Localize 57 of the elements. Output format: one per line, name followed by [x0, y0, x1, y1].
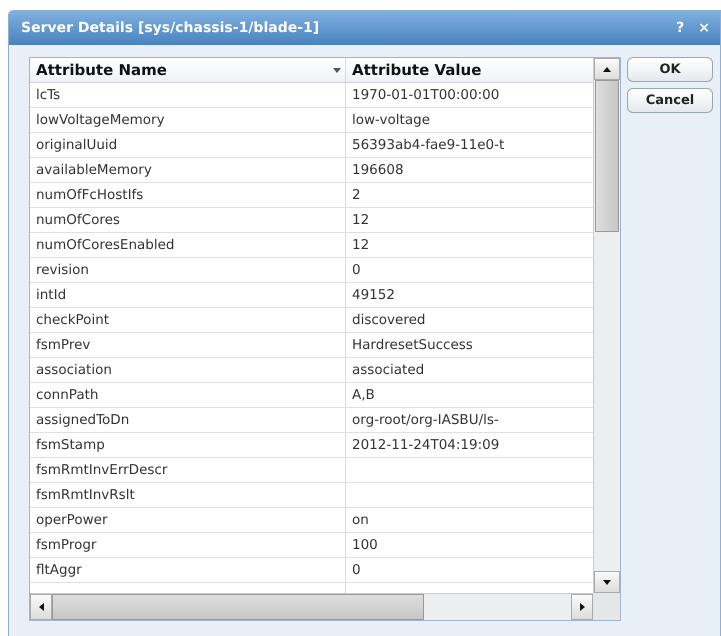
table-cell: numOfCoresEnabled [30, 233, 346, 257]
table-cell-text: 2012-11-24T04:19:09 [351, 436, 500, 455]
scroll-left-button[interactable] [30, 594, 52, 620]
table-cell: intId [30, 283, 346, 307]
table-cell-text: 196608 [351, 161, 405, 180]
table-cell: fsmProgr [30, 533, 346, 557]
scroll-down-button[interactable] [594, 571, 620, 593]
table-cell: connPath [30, 383, 346, 407]
table-cell-text: 1970-01-01T00:00:00 [351, 86, 500, 105]
sort-caret-icon [333, 68, 341, 72]
table-cell-text: 0 [351, 561, 362, 580]
table-cell: fsmRmtInvErrDescr [30, 458, 346, 482]
table-cell: operPower [30, 508, 346, 532]
table-cell-text: A,B [351, 386, 376, 405]
table-cell-text: discovered [351, 311, 426, 330]
table-cell-text: 12 [351, 211, 370, 230]
left-arrow-icon [38, 603, 44, 611]
table-cell: numOfFcHostIfs [30, 183, 346, 207]
table-cell-text: on [351, 511, 370, 530]
table-cell-text: low-voltage [351, 111, 432, 130]
table-cell: originalUuid [30, 133, 346, 157]
table-cell: fsmRmtInvRslt [30, 483, 346, 507]
table-cell-text: 56393ab4-fae9-11e0-t [351, 136, 506, 155]
table-cell: lcTs [30, 83, 346, 107]
table-cell-text: associated [351, 361, 426, 380]
column-header[interactable]: Attribute Value [346, 58, 593, 82]
table-cell: fsmPrev [30, 333, 346, 357]
table-cell: revision [30, 258, 346, 282]
table-cell-text: org-root/org-IASBU/ls- [351, 411, 500, 430]
horizontal-scrollbar[interactable] [30, 593, 593, 620]
table-cell: assignedToDn [30, 408, 346, 432]
table-cell: association [30, 358, 346, 382]
table-cell: fltAggr [30, 558, 346, 582]
scroll-thumb[interactable] [52, 594, 424, 620]
scrollbar-corner [593, 593, 620, 620]
table-cell-text: HardresetSuccess [351, 336, 474, 355]
table-cell-text: 100 [351, 536, 379, 555]
table-cell: fsmStamp [30, 433, 346, 457]
table-cell-text: 49152 [351, 286, 396, 305]
table-cell: lowVoltageMemory [30, 108, 346, 132]
table-cell-text: 0 [351, 261, 362, 280]
vertical-scrollbar[interactable] [593, 58, 620, 593]
cancel-button[interactable]: Cancel [627, 88, 713, 113]
table-cell: numOfCores [30, 208, 346, 232]
table-cell-text: 12 [351, 236, 370, 255]
table-cell: availableMemory [30, 158, 346, 182]
right-arrow-icon [580, 603, 584, 611]
window-title: Server Details [sys/chassis-1/blade-1] [21, 20, 320, 36]
scroll-thumb[interactable] [595, 80, 619, 232]
up-arrow-icon [603, 66, 611, 72]
table-cell: checkPoint [30, 308, 346, 332]
table-cell-text: 2 [351, 186, 362, 205]
down-arrow-icon [603, 580, 611, 584]
scroll-up-button[interactable] [594, 58, 620, 80]
column-header[interactable]: Attribute Name [30, 58, 346, 82]
ok-button[interactable]: OK [627, 57, 713, 82]
scroll-right-button[interactable] [571, 594, 593, 620]
